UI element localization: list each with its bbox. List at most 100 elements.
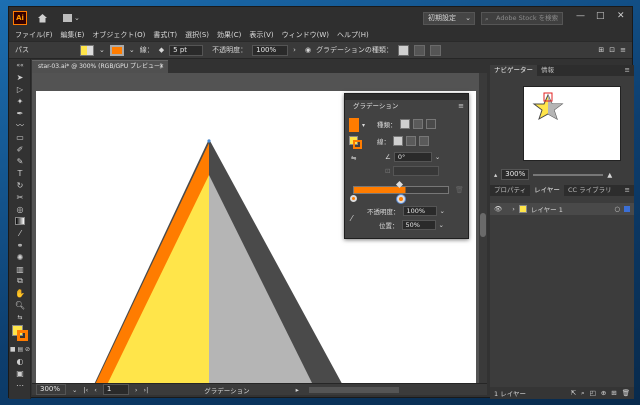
- location-input[interactable]: 50%: [401, 220, 436, 230]
- radial-gradient-button[interactable]: [412, 119, 423, 129]
- pen-tool-icon[interactable]: ✒: [9, 107, 31, 119]
- arrange-documents-icon[interactable]: ⌄: [63, 12, 85, 24]
- type-tool-icon[interactable]: T: [9, 167, 31, 179]
- document-tab[interactable]: star-03.ai* @ 300% (RGB/GPU プレビュー) ✕: [32, 60, 168, 73]
- direct-selection-tool-icon[interactable]: ▷: [9, 83, 31, 95]
- menu-window[interactable]: ウィンドウ(W): [282, 30, 329, 40]
- home-icon[interactable]: [35, 11, 49, 25]
- gradient-slider[interactable]: [353, 186, 449, 194]
- fill-swatch[interactable]: [80, 44, 94, 56]
- reverse-gradient-icon[interactable]: ⇋: [351, 154, 356, 162]
- delete-stop-icon[interactable]: 🗑︎: [455, 186, 464, 194]
- menu-edit[interactable]: 編集(E): [61, 30, 85, 40]
- next-artboard-icon[interactable]: ›: [135, 386, 138, 394]
- artboard-tool-icon[interactable]: ⧉: [9, 275, 31, 287]
- gradient-stop-end[interactable]: [397, 195, 405, 203]
- transform-icon[interactable]: ⊡: [609, 46, 615, 54]
- stroke-stepper-icon[interactable]: ◆: [159, 46, 164, 54]
- panel-grip[interactable]: [345, 94, 468, 100]
- menu-object[interactable]: オブジェクト(O): [92, 30, 145, 40]
- new-layer-icon[interactable]: ⊞: [611, 389, 616, 397]
- paintbrush-tool-icon[interactable]: ✐: [9, 143, 31, 155]
- panel-menu-icon[interactable]: ≡: [458, 102, 464, 110]
- swap-fill-stroke-icon[interactable]: ⇆: [9, 311, 31, 323]
- chevron-right-icon[interactable]: ›: [293, 46, 296, 54]
- gradient-stop-start[interactable]: [350, 195, 357, 202]
- zoom-slider[interactable]: [533, 173, 604, 176]
- target-icon[interactable]: ○: [614, 205, 620, 213]
- stroke-weight-input[interactable]: 5 pt: [169, 44, 204, 56]
- angle-input[interactable]: 0°: [393, 152, 432, 162]
- zoom-in-icon[interactable]: ▲: [607, 171, 612, 179]
- zoom-out-icon[interactable]: ▴: [494, 171, 497, 179]
- rectangle-tool-icon[interactable]: ▭: [9, 131, 31, 143]
- visibility-eye-icon[interactable]: 👁︎: [494, 205, 502, 213]
- minimize-button[interactable]: —: [576, 11, 585, 21]
- expand-chevron-icon[interactable]: ›: [512, 205, 515, 213]
- panel-menu-icon[interactable]: ≡: [625, 185, 630, 196]
- delete-layer-icon[interactable]: 🗑︎: [622, 389, 630, 397]
- menu-effect[interactable]: 効果(C): [217, 30, 241, 40]
- clipping-mask-icon[interactable]: ◰: [590, 389, 596, 397]
- panel-menu-icon[interactable]: ≡: [620, 46, 626, 54]
- hand-tool-icon[interactable]: ✋: [9, 287, 31, 299]
- screen-mode-icon[interactable]: ▣: [9, 367, 31, 379]
- opacity-input[interactable]: 100%: [252, 44, 289, 56]
- menu-help[interactable]: ヘルプ(H): [337, 30, 369, 40]
- new-sublayer-icon[interactable]: ⊕: [601, 389, 606, 397]
- chevron-down-icon[interactable]: ⌄: [72, 386, 77, 394]
- shaper-tool-icon[interactable]: ✎: [9, 155, 31, 167]
- tab-cc-libraries[interactable]: CC ライブラリ: [564, 185, 616, 196]
- export-icon[interactable]: ⇱: [571, 389, 576, 397]
- navigator-zoom-input[interactable]: 300%: [501, 169, 530, 180]
- curvature-tool-icon[interactable]: 〰: [9, 119, 31, 131]
- status-menu-icon[interactable]: ▸: [296, 386, 299, 394]
- fill-stroke-mini[interactable]: [349, 136, 363, 150]
- menu-type[interactable]: 書式(T): [153, 30, 177, 40]
- selection-tool-icon[interactable]: ➤: [9, 71, 31, 83]
- symbol-sprayer-tool-icon[interactable]: ✺: [9, 251, 31, 263]
- gradient-tool-icon[interactable]: [9, 215, 31, 227]
- recolor-icon[interactable]: ◉: [305, 46, 311, 54]
- scissors-tool-icon[interactable]: ✂: [9, 191, 31, 203]
- menu-file[interactable]: ファイル(F): [15, 30, 53, 40]
- zoom-input[interactable]: 300%: [36, 384, 66, 395]
- tab-info[interactable]: 情報: [537, 65, 558, 76]
- zoom-tool-icon[interactable]: 🔍︎: [9, 299, 31, 311]
- artboard-number-input[interactable]: 1: [102, 384, 129, 395]
- horizontal-scrollbar[interactable]: [308, 386, 399, 393]
- radial-gradient-button[interactable]: [413, 44, 425, 56]
- gradient-preview[interactable]: ▾: [349, 118, 365, 132]
- collapse-icon[interactable]: ««: [9, 59, 31, 71]
- locate-object-icon[interactable]: ⌕: [581, 389, 585, 398]
- close-button[interactable]: ✕: [617, 11, 625, 21]
- blend-tool-icon[interactable]: ⚭: [9, 239, 31, 251]
- workspace-preset-dropdown[interactable]: 初期設定 ⌄: [423, 12, 475, 25]
- chevron-down-icon[interactable]: ⌄: [99, 46, 105, 54]
- first-artboard-icon[interactable]: |‹: [83, 386, 88, 394]
- navigator-thumbnail[interactable]: [523, 86, 621, 161]
- gradient-panel-tab[interactable]: グラデーション: [350, 101, 402, 112]
- freeform-gradient-button[interactable]: [429, 44, 441, 56]
- linear-gradient-button[interactable]: [399, 119, 410, 129]
- close-tab-icon[interactable]: ✕: [159, 61, 164, 73]
- layer-row[interactable]: 👁︎ › レイヤー 1 ○: [490, 203, 634, 215]
- selection-indicator[interactable]: [624, 206, 630, 212]
- eyedropper-icon[interactable]: ⁄: [351, 214, 352, 223]
- stroke-within-button[interactable]: [393, 136, 403, 146]
- layer-name[interactable]: レイヤー 1: [531, 204, 563, 214]
- chevron-down-icon[interactable]: ⌄: [439, 221, 444, 229]
- chevron-down-icon[interactable]: ⌄: [435, 153, 440, 161]
- rotate-tool-icon[interactable]: ↻: [9, 179, 31, 191]
- scrollbar-thumb[interactable]: [480, 213, 486, 237]
- eyedropper-tool-icon[interactable]: ⁄: [9, 227, 31, 239]
- tab-properties[interactable]: プロパティ: [490, 185, 530, 196]
- maximize-button[interactable]: □: [596, 11, 605, 21]
- last-artboard-icon[interactable]: ›|: [143, 386, 148, 394]
- vertical-scrollbar[interactable]: [479, 73, 487, 383]
- stroke-swatch[interactable]: [109, 44, 124, 56]
- menu-select[interactable]: 選択(S): [185, 30, 209, 40]
- color-mode-icons[interactable]: ■ ▤ ⊘: [9, 343, 31, 355]
- prev-artboard-icon[interactable]: ‹: [94, 386, 97, 394]
- tab-layers[interactable]: レイヤー: [530, 185, 564, 196]
